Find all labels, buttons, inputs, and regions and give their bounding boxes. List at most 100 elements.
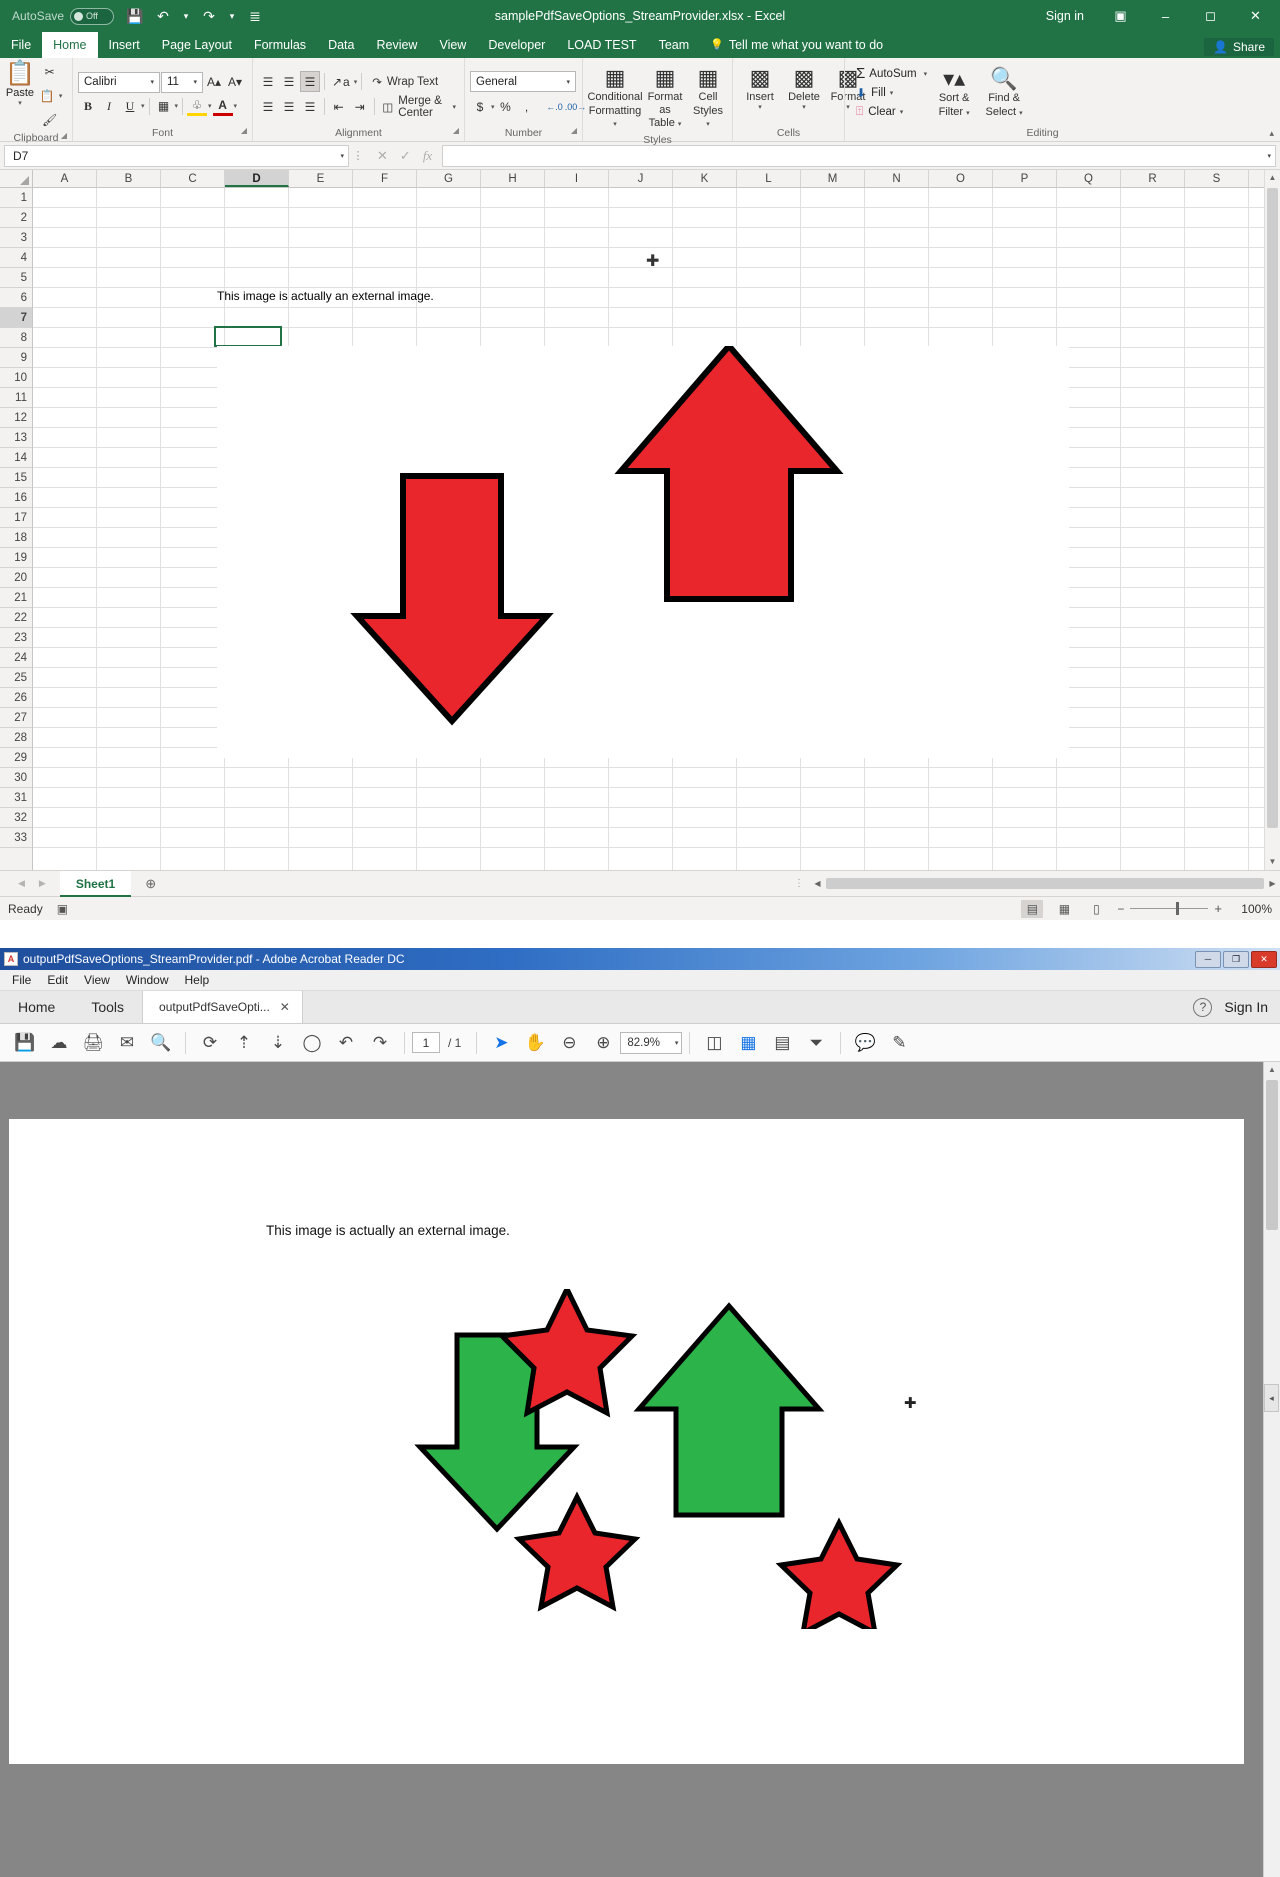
restore-icon[interactable]: ◻	[1188, 0, 1233, 32]
row-header-23[interactable]: 23	[0, 628, 32, 648]
formula-bar-expand-icon[interactable]: ▾	[1267, 152, 1271, 160]
horizontal-scroll-thumb[interactable]	[826, 878, 1264, 889]
number-dialog-launcher-icon[interactable]: ◢	[571, 123, 577, 139]
percent-style-button[interactable]: %	[496, 96, 516, 117]
email-icon[interactable]: ✉	[110, 1028, 144, 1058]
restore-icon[interactable]: ❐	[1223, 950, 1249, 968]
tab-insert[interactable]: Insert	[98, 32, 151, 58]
increase-indent-icon[interactable]: ⇥	[350, 96, 370, 117]
column-header-H[interactable]: H	[481, 170, 545, 187]
column-header-I[interactable]: I	[545, 170, 609, 187]
next-page-icon[interactable]: ⇣	[261, 1028, 295, 1058]
close-icon[interactable]: ✕	[1251, 950, 1277, 968]
row-header-30[interactable]: 30	[0, 768, 32, 788]
row-header-33[interactable]: 33	[0, 828, 32, 848]
accounting-format-icon[interactable]: $	[470, 96, 490, 117]
fill-color-icon[interactable]: ♧	[187, 96, 208, 116]
fill-label[interactable]: Fill	[871, 87, 886, 99]
sheet-tab-sheet1[interactable]: Sheet1	[59, 870, 132, 897]
row-header-1[interactable]: 1	[0, 188, 32, 208]
column-header-K[interactable]: K	[673, 170, 737, 187]
column-header-L[interactable]: L	[737, 170, 801, 187]
row-header-27[interactable]: 27	[0, 708, 32, 728]
column-header-Q[interactable]: Q	[1057, 170, 1121, 187]
row-header-26[interactable]: 26	[0, 688, 32, 708]
zoom-fit-icon[interactable]: ◯	[295, 1028, 329, 1058]
comment-icon[interactable]: 💬	[848, 1028, 882, 1058]
previous-page-icon[interactable]: ⇡	[227, 1028, 261, 1058]
page-break-preview-icon[interactable]: ▯	[1085, 900, 1107, 918]
row-header-10[interactable]: 10	[0, 368, 32, 388]
format-painter-icon[interactable]: 🖌	[37, 109, 62, 130]
alignment-dialog-launcher-icon[interactable]: ◢	[453, 123, 459, 139]
hand-tool-icon[interactable]: ✋	[518, 1028, 552, 1058]
cancel-icon[interactable]: ✕	[377, 148, 388, 164]
row-header-5[interactable]: 5	[0, 268, 32, 288]
column-header-J[interactable]: J	[609, 170, 673, 187]
rotate-icon[interactable]: ⟳	[193, 1028, 227, 1058]
column-header-M[interactable]: M	[801, 170, 865, 187]
highlight-icon[interactable]: ✎	[882, 1028, 916, 1058]
find-select-button[interactable]: 🔍 Find & Select ▾	[981, 65, 1027, 120]
row-header-16[interactable]: 16	[0, 488, 32, 508]
paste-button[interactable]: 📋 Paste ▾	[5, 61, 35, 130]
conditional-formatting-button[interactable]: ▦ Conditional Formatting ▾	[587, 64, 642, 132]
decrease-decimal-icon[interactable]: ←.0	[545, 96, 565, 117]
cloud-upload-icon[interactable]: ☁	[42, 1028, 76, 1058]
tab-home[interactable]: Home	[0, 991, 73, 1023]
copy-icon[interactable]: 📋	[37, 85, 58, 106]
format-as-table-button[interactable]: ▦ Format as Table ▾	[642, 64, 688, 132]
row-header-12[interactable]: 12	[0, 408, 32, 428]
zoom-out-icon[interactable]: ⊖	[552, 1028, 586, 1058]
column-header-G[interactable]: G	[417, 170, 481, 187]
clipboard-dialog-launcher-icon[interactable]: ◢	[61, 128, 67, 144]
fill-dropdown-icon[interactable]: ▾	[887, 89, 894, 97]
row-header-15[interactable]: 15	[0, 468, 32, 488]
menu-view[interactable]: View	[76, 973, 118, 987]
tab-page-layout[interactable]: Page Layout	[151, 32, 243, 58]
comma-style-button[interactable]: ,	[517, 96, 537, 117]
print-icon[interactable]: 🖨	[76, 1028, 110, 1058]
scroll-down-icon[interactable]: ▼	[1265, 854, 1280, 870]
font-color-icon[interactable]: A	[212, 96, 233, 116]
tab-formulas[interactable]: Formulas	[243, 32, 317, 58]
fat-dropdown-icon[interactable]: ▾	[678, 121, 682, 128]
column-header-E[interactable]: E	[289, 170, 353, 187]
align-top-icon[interactable]: ☰	[258, 71, 278, 92]
menu-edit[interactable]: Edit	[39, 973, 76, 987]
cut-scissors-icon[interactable]: ✂	[37, 61, 62, 82]
text-orientation-icon[interactable]: ↗ a	[329, 71, 353, 92]
pdf-page-1[interactable]: This image is actually an external image…	[9, 1119, 1244, 1764]
close-icon[interactable]: ✕	[1233, 0, 1278, 32]
sf-dropdown-icon[interactable]: ▾	[966, 110, 970, 117]
column-header-N[interactable]: N	[865, 170, 929, 187]
row-header-28[interactable]: 28	[0, 728, 32, 748]
tab-developer[interactable]: Developer	[477, 32, 556, 58]
cs-dropdown-icon[interactable]: ▾	[706, 121, 710, 128]
delete-cells-button[interactable]: ▩ Delete ▾	[782, 64, 826, 114]
grid-cells[interactable]: This image is actually an external image…	[33, 188, 1280, 870]
underline-button[interactable]: U	[120, 96, 140, 117]
fit-width-icon[interactable]: ◫	[697, 1028, 731, 1058]
row-header-8[interactable]: 8	[0, 328, 32, 348]
minimize-icon[interactable]: –	[1143, 0, 1188, 32]
tab-data[interactable]: Data	[317, 32, 365, 58]
redo-dropdown-icon[interactable]: ▾	[224, 3, 240, 29]
formula-bar-grip[interactable]: ⋮	[349, 149, 367, 162]
clear-label[interactable]: Clear	[868, 106, 895, 118]
autosave-switch[interactable]: Off	[70, 7, 115, 25]
undo-dropdown-icon[interactable]: ▾	[178, 3, 194, 29]
zoom-level-select[interactable]: 82.9% ▾	[620, 1031, 683, 1054]
zoom-percent[interactable]: 100%	[1232, 902, 1272, 916]
row-header-9[interactable]: 9	[0, 348, 32, 368]
align-right-icon[interactable]: ☰	[300, 96, 320, 117]
align-middle-icon[interactable]: ☰	[279, 71, 299, 92]
pdf-viewport[interactable]: This image is actually an external image…	[0, 1062, 1280, 1877]
copy-dropdown-icon[interactable]: ▾	[59, 92, 63, 100]
fs-dropdown-icon[interactable]: ▾	[1019, 110, 1023, 117]
orientation-dropdown-icon[interactable]: ▾	[354, 78, 358, 86]
select-cursor-icon[interactable]: ➤	[484, 1028, 518, 1058]
column-header-F[interactable]: F	[353, 170, 417, 187]
underline-dropdown-icon[interactable]: ▾	[141, 102, 145, 110]
menu-window[interactable]: Window	[118, 973, 177, 987]
